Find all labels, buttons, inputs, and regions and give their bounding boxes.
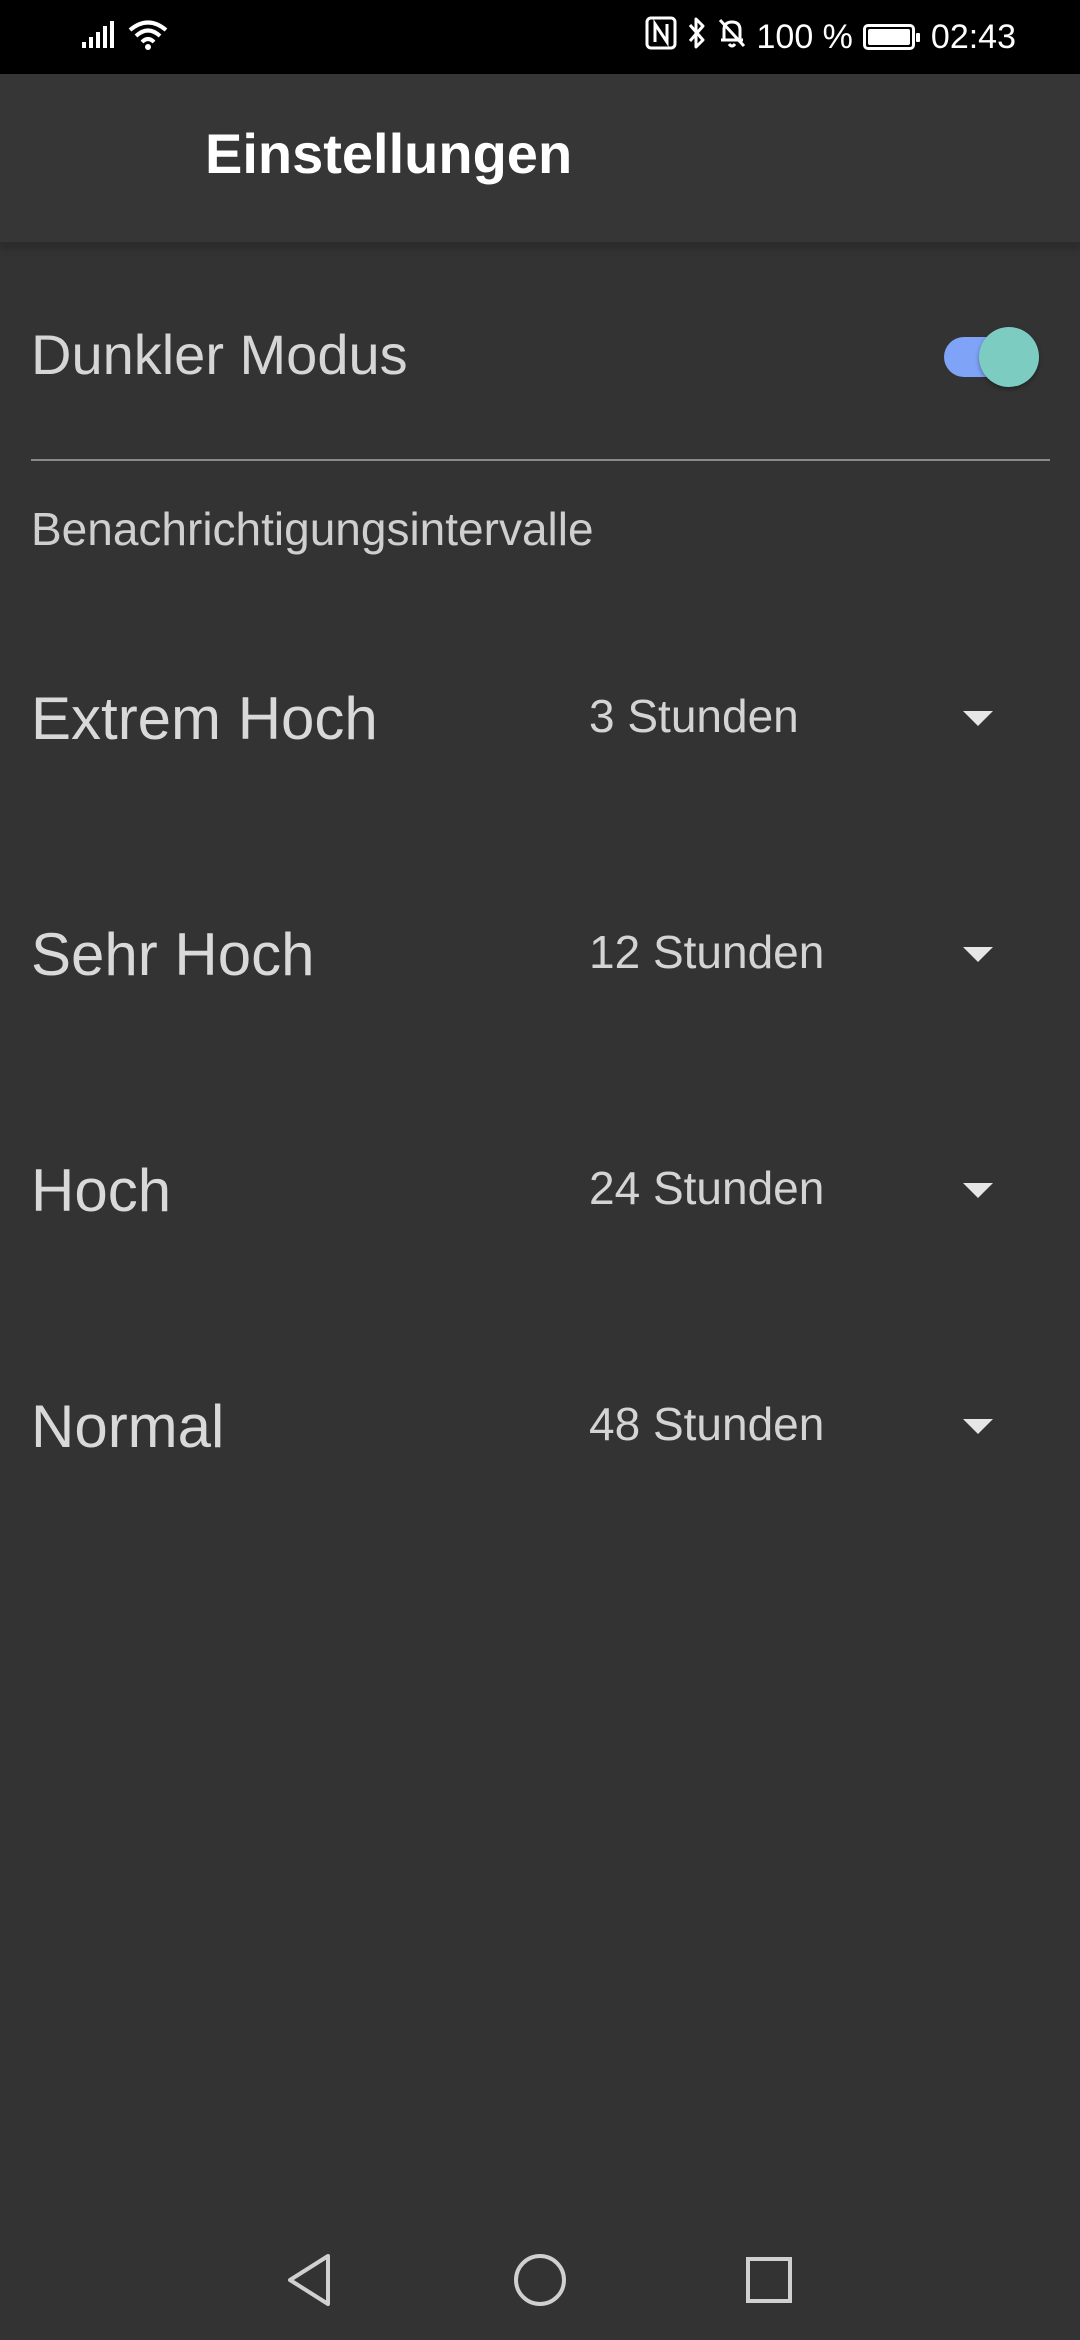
interval-dropdown[interactable]: 12 Stunden <box>575 911 1015 993</box>
clock: 02:43 <box>930 17 1016 56</box>
interval-label: Sehr Hoch <box>31 921 315 988</box>
recents-icon[interactable] <box>739 2250 799 2310</box>
interval-dropdown[interactable]: 24 Stunden <box>575 1147 1015 1229</box>
battery-percentage: 100 % <box>756 17 853 56</box>
home-icon[interactable] <box>510 2250 570 2310</box>
bell-off-icon <box>717 16 747 59</box>
dropdown-value: 24 Stunden <box>589 1162 825 1214</box>
dropdown-value: 48 Stunden <box>589 1398 825 1450</box>
interval-label: Extrem Hoch <box>31 685 378 752</box>
interval-row-normal: Normal 48 Stunden <box>0 1353 1080 1493</box>
signal-icon <box>80 20 114 55</box>
section-header-notification-intervals: Benachrichtigungsintervalle <box>31 503 594 555</box>
dropdown-arrow-icon <box>963 947 993 962</box>
switch-thumb <box>979 327 1039 387</box>
dark-mode-switch[interactable] <box>944 327 1039 387</box>
status-bar: 100 % 02:43 <box>0 0 1080 74</box>
back-icon[interactable] <box>279 2250 339 2310</box>
dropdown-arrow-icon <box>963 1183 993 1198</box>
interval-row-sehr-hoch: Sehr Hoch 12 Stunden <box>0 881 1080 1021</box>
interval-dropdown[interactable]: 48 Stunden <box>575 1383 1015 1465</box>
app-bar: Einstellungen <box>0 74 1080 245</box>
nfc-icon <box>645 16 677 59</box>
interval-label: Normal <box>31 1393 225 1460</box>
interval-label: Hoch <box>31 1157 172 1224</box>
wifi-icon <box>128 19 168 56</box>
bluetooth-icon <box>687 16 707 59</box>
dropdown-value: 12 Stunden <box>589 926 825 978</box>
divider <box>31 459 1050 461</box>
dropdown-value: 3 Stunden <box>589 690 799 742</box>
interval-row-hoch: Hoch 24 Stunden <box>0 1117 1080 1257</box>
navigation-bar <box>0 2210 1080 2340</box>
battery-icon <box>862 24 920 50</box>
interval-row-extrem-hoch: Extrem Hoch 3 Stunden <box>0 645 1080 785</box>
dropdown-arrow-icon <box>963 1419 993 1434</box>
dark-mode-label: Dunkler Modus <box>31 323 408 386</box>
dark-mode-row[interactable]: Dunkler Modus <box>0 245 1080 460</box>
dropdown-arrow-icon <box>963 711 993 726</box>
page-title: Einstellungen <box>205 122 573 185</box>
interval-dropdown[interactable]: 3 Stunden <box>575 675 1015 757</box>
